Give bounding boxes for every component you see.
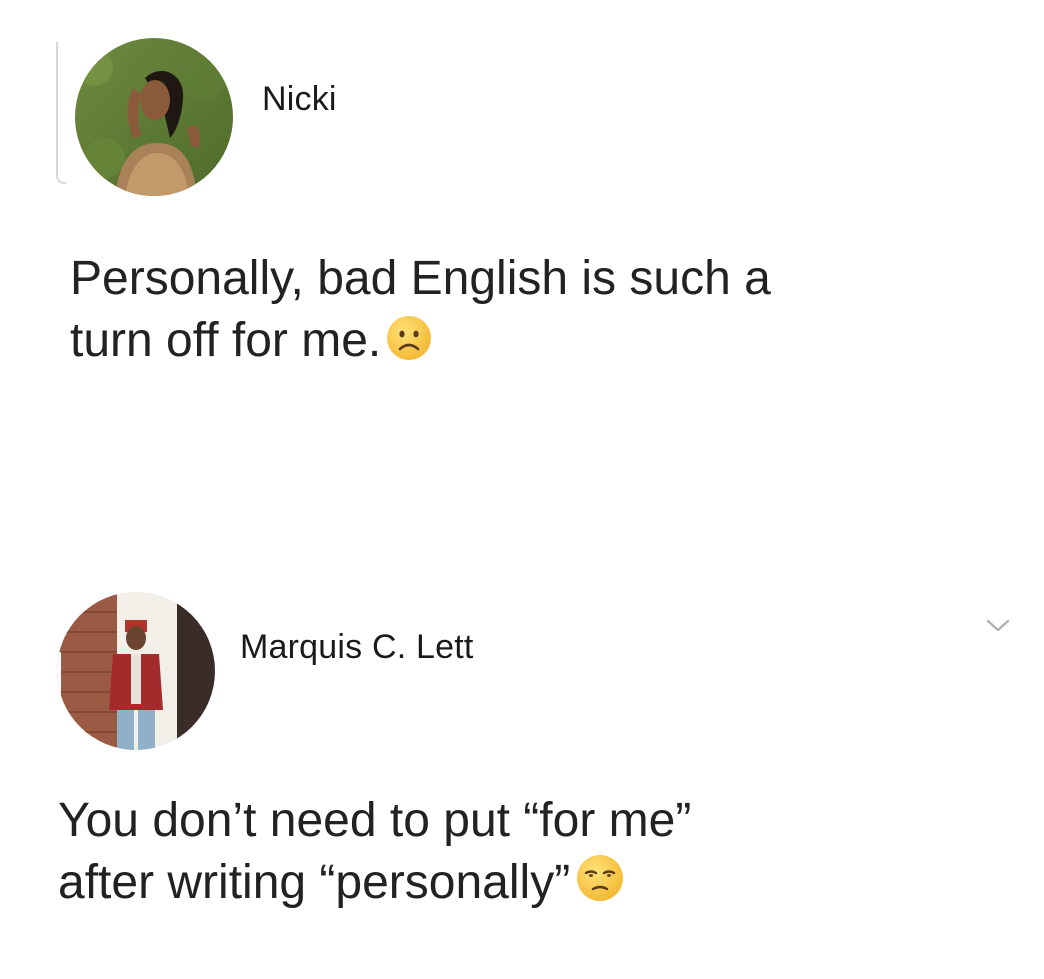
thread-connector (56, 42, 66, 184)
post-text-line: after writing “personally” (58, 856, 571, 909)
chevron-down-icon[interactable] (984, 616, 1012, 636)
post-text: You don’t need to put “for me” after wri… (58, 790, 691, 920)
avatar-photo (75, 38, 233, 196)
author-name[interactable]: Marquis C. Lett (240, 628, 474, 667)
post-nicki: Nicki Personally, bad English is such a … (0, 0, 1044, 470)
avatar-marquis[interactable] (57, 592, 215, 750)
post-text-line-with-emoji: after writing “personally” (58, 852, 691, 920)
post-text-line-with-emoji: turn off for me. (70, 310, 771, 378)
avatar-nicki[interactable] (75, 38, 233, 196)
post-text: Personally, bad English is such a turn o… (70, 248, 771, 378)
post-marquis: Marquis C. Lett You don’t need to put “f… (0, 580, 1044, 979)
post-text-line: Personally, bad English is such a (70, 252, 771, 305)
frowning-face-emoji-icon (385, 314, 433, 378)
unamused-face-emoji-icon (574, 852, 626, 920)
avatar-photo (57, 592, 215, 750)
post-text-line: turn off for me. (70, 314, 382, 367)
post-text-line: You don’t need to put “for me” (58, 794, 692, 847)
author-name[interactable]: Nicki (262, 80, 337, 119)
